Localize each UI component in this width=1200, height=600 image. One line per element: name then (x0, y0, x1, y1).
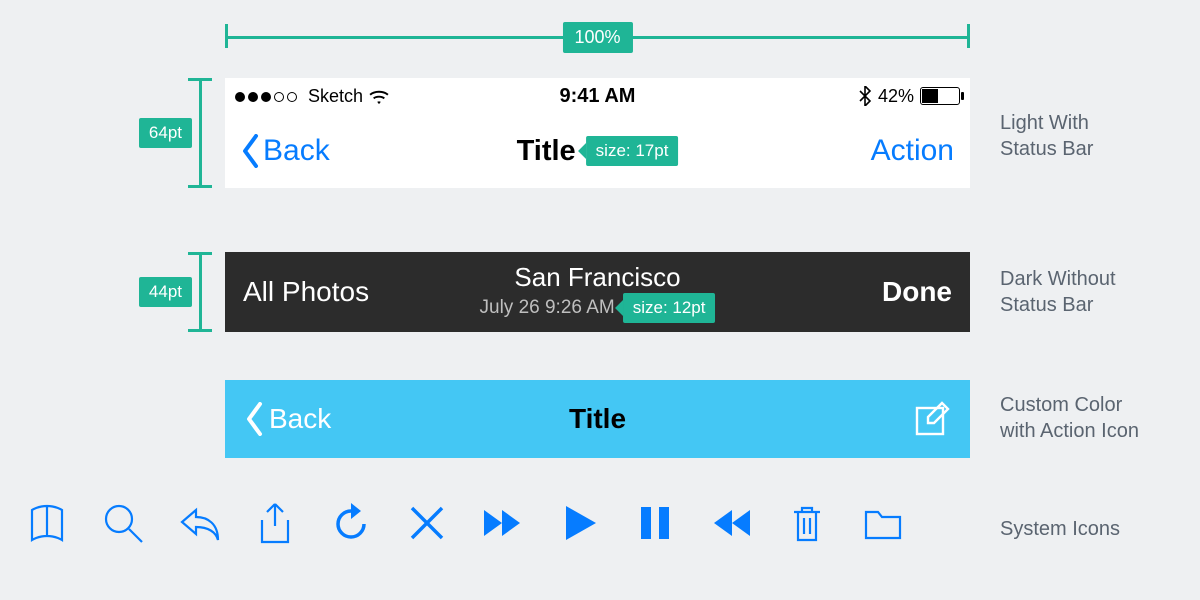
compose-icon[interactable] (914, 401, 950, 437)
back-button[interactable]: Back (241, 134, 330, 168)
height-ruler-light: 64pt (190, 78, 210, 188)
battery-icon (920, 87, 960, 105)
close-icon[interactable] (404, 500, 450, 546)
dark-title: San Francisco (480, 262, 716, 293)
bookmarks-icon[interactable] (24, 500, 70, 546)
navbar-dark: All Photos San Francisco July 26 9:26 AM… (225, 252, 970, 332)
search-icon[interactable] (100, 500, 146, 546)
size-badge-title: size: 17pt (586, 136, 679, 166)
pause-icon[interactable] (632, 500, 678, 546)
navbar-cyan: Back Title (225, 380, 970, 458)
width-label: 100% (562, 22, 632, 53)
cyan-back-label: Back (269, 403, 331, 435)
status-bar: Sketch 9:41 AM 42% (225, 78, 970, 114)
nav-row-light: Back Title size: 17pt Action (225, 114, 970, 188)
share-icon[interactable] (252, 500, 298, 546)
bluetooth-icon (858, 86, 872, 106)
caption-light: Light With Status Bar (1000, 110, 1093, 162)
battery-pct: 42% (878, 86, 914, 107)
play-icon[interactable] (556, 500, 602, 546)
height-label-dark: 44pt (139, 277, 192, 307)
size-badge-subtitle: size: 12pt (623, 293, 716, 323)
system-icons-row (24, 500, 906, 546)
chevron-left-icon (241, 134, 261, 168)
folder-icon[interactable] (860, 500, 906, 546)
dark-done-button[interactable]: Done (882, 276, 952, 308)
refresh-icon[interactable] (328, 500, 374, 546)
height-label-light: 64pt (139, 118, 192, 148)
caption-cyan: Custom Color with Action Icon (1000, 392, 1139, 444)
wifi-icon (368, 89, 390, 105)
trash-icon[interactable] (784, 500, 830, 546)
dark-subtitle: July 26 9:26 AM (480, 297, 615, 319)
cyan-title: Title (569, 403, 626, 435)
status-time: 9:41 AM (560, 85, 636, 108)
chevron-left-icon (245, 402, 265, 436)
dark-left-button[interactable]: All Photos (243, 276, 369, 308)
carrier-label: Sketch (308, 86, 363, 106)
width-ruler: 100% (225, 22, 970, 50)
signal-dots-icon (235, 92, 297, 102)
nav-title: Title (517, 135, 576, 168)
back-label: Back (263, 134, 330, 168)
height-ruler-dark: 44pt (190, 252, 210, 332)
cyan-back-button[interactable]: Back (245, 402, 331, 436)
reply-icon[interactable] (176, 500, 222, 546)
fast-forward-icon[interactable] (480, 500, 526, 546)
caption-dark: Dark Without Status Bar (1000, 266, 1116, 318)
caption-icons: System Icons (1000, 516, 1120, 542)
action-button[interactable]: Action (871, 134, 954, 168)
rewind-icon[interactable] (708, 500, 754, 546)
navbar-light: Sketch 9:41 AM 42% Back Title size: 17pt… (225, 78, 970, 188)
